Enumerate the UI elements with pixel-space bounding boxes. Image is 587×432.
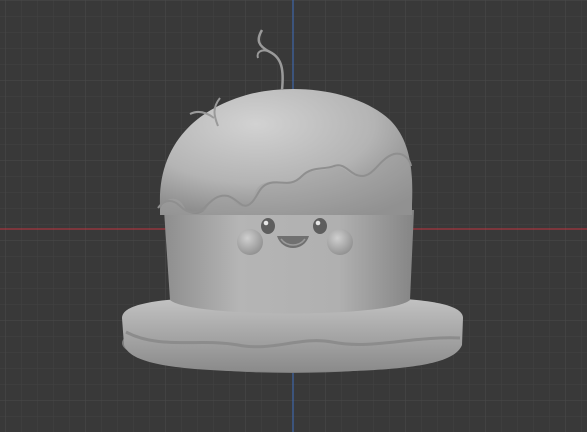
viewport-canvas bbox=[0, 0, 587, 432]
blush-cheek-left bbox=[237, 229, 263, 255]
cake-body bbox=[157, 89, 414, 314]
eye-right bbox=[313, 218, 327, 234]
eye-left bbox=[261, 218, 275, 234]
blush-cheek-right bbox=[327, 229, 353, 255]
3d-viewport[interactable] bbox=[0, 0, 587, 432]
